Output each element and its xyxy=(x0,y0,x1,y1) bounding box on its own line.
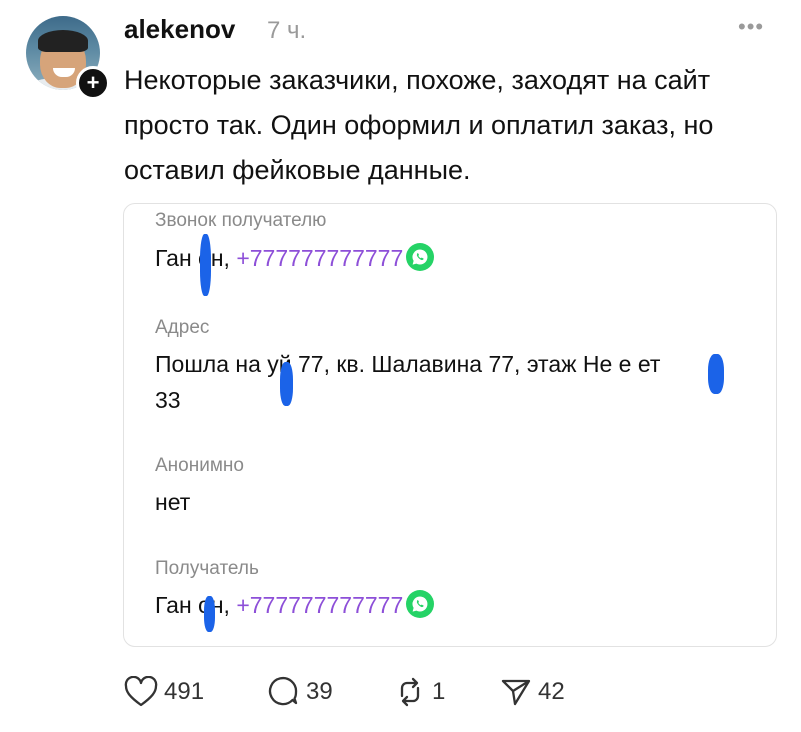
follow-plus-icon[interactable]: + xyxy=(76,66,110,100)
share-count: 42 xyxy=(538,678,565,705)
address-line-1: Пошла на уй 77, кв. Шалавина 77, этаж Не… xyxy=(155,351,661,377)
avatar-hair xyxy=(38,30,88,52)
order-card: Звонок получателю Ган он, +777777777777 … xyxy=(123,203,777,647)
username[interactable]: alekenov xyxy=(124,14,235,45)
post-time[interactable]: 7 ч. xyxy=(267,17,306,45)
call-phone[interactable]: +777777777777 xyxy=(236,245,403,271)
call-name: Ган он, xyxy=(155,245,230,271)
more-options-icon[interactable]: ••• xyxy=(738,14,764,40)
recipient-phone[interactable]: +777777777777 xyxy=(236,592,403,618)
anonymous-label: Анонимно xyxy=(155,455,244,476)
avatar-wrap[interactable]: + xyxy=(26,16,110,100)
recipient-label: Получатель xyxy=(155,558,259,579)
recipient-row: Ган он, +777777777777 xyxy=(155,587,435,629)
anonymous-value: нет xyxy=(155,489,191,515)
address-label: Адрес xyxy=(155,317,210,338)
repost-count: 1 xyxy=(432,678,446,705)
repost-icon xyxy=(400,677,420,707)
share-button[interactable]: 42 xyxy=(500,676,565,708)
comment-button[interactable]: 39 xyxy=(268,676,333,708)
address-value: Пошла на уй 77, кв. Шалавина 77, этаж Не… xyxy=(155,346,775,418)
like-count: 491 xyxy=(164,678,205,705)
address-line-2: 33 xyxy=(155,387,181,413)
call-label: Звонок получателю xyxy=(155,210,327,231)
call-row: Ган он, +777777777777 xyxy=(155,240,435,282)
post-text: Некоторые заказчики, похоже, заходят на … xyxy=(124,65,714,185)
whatsapp-icon[interactable] xyxy=(405,589,435,629)
redaction-mark xyxy=(200,234,211,296)
whatsapp-icon[interactable] xyxy=(405,242,435,282)
heart-icon xyxy=(124,676,158,707)
recipient-name: Ган он, xyxy=(155,592,230,618)
send-icon xyxy=(501,679,531,706)
like-button[interactable]: 491 xyxy=(124,676,204,708)
repost-button[interactable]: 1 xyxy=(394,676,445,708)
comment-count: 39 xyxy=(306,678,333,705)
redaction-mark xyxy=(204,596,215,632)
redaction-mark xyxy=(280,362,293,406)
comment-icon xyxy=(268,676,298,706)
redaction-mark xyxy=(708,354,724,394)
